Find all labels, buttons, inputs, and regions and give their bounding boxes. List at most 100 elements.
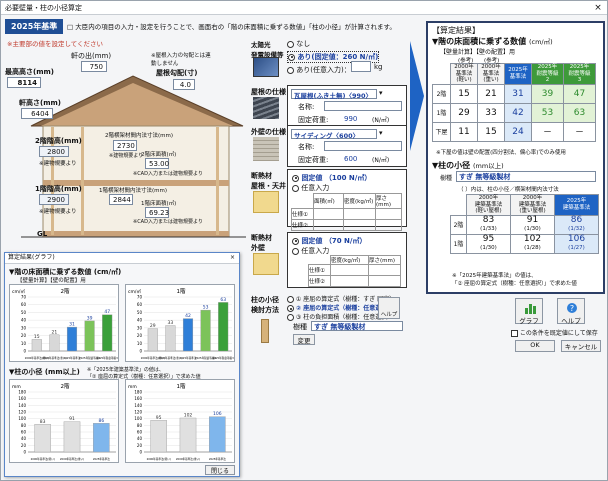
chevron-down-icon[interactable]: ▾	[379, 89, 383, 97]
solar-opt-fixed-label: あり(固定値：260 N/㎡)	[297, 53, 379, 61]
ins-wall-cell[interactable]	[330, 275, 369, 287]
top-height-input[interactable]: 8114	[7, 77, 41, 88]
ins-roof-table: 面積(㎡) 密度(kg/㎥) 厚さ(mm) 仕様① 仕様②	[291, 193, 402, 231]
f1-area-label: 1階床面積(㎡)	[141, 201, 177, 207]
ins-wall-cell[interactable]	[330, 264, 369, 276]
category-label: 2025年耐震等級3	[97, 356, 119, 360]
head-grade3: 2025年 耐震等級 3	[563, 63, 596, 85]
roof-name-input[interactable]	[324, 101, 402, 111]
ins-roof-cell[interactable]	[313, 208, 344, 220]
data-label: 95	[156, 415, 162, 421]
row-label: 下屋	[432, 121, 451, 142]
wall-panel: サイディング〈600〉 ▾ 名称: 固定荷重: 600 (N/㎡)	[287, 125, 407, 167]
tick-label: 100	[18, 416, 26, 421]
tick-label: 0	[23, 349, 26, 354]
close-icon[interactable]: ×	[230, 253, 239, 263]
data-label: 39	[87, 315, 93, 321]
ins-roof-cell[interactable]	[375, 208, 402, 220]
f2-wall-input[interactable]: 2730	[113, 140, 137, 151]
ins-wall-table: 密度(kg/㎥) 厚さ(mm) 仕様① 仕様②	[308, 255, 401, 287]
cell: 63	[563, 102, 596, 123]
ins-wall-opt-fixed[interactable]: 固定値 （70 N/㎡）	[292, 236, 366, 246]
ratio: (1/28)	[524, 245, 541, 251]
ins-roof-cell[interactable]	[343, 208, 376, 220]
ins-wall-cell[interactable]	[368, 264, 401, 276]
f2-wall-note: ※建物規要より	[109, 153, 144, 159]
chart-svg: 2階mm020406080100120140160180832000年基準法(軽…	[12, 382, 116, 461]
ins-roof-cell[interactable]	[313, 219, 344, 231]
cell: 53	[531, 102, 564, 123]
result-title: 【算定結果】	[432, 26, 480, 35]
tick-label: 160	[134, 396, 142, 401]
bar	[200, 309, 211, 352]
column-species-value: すぎ 無等級製材	[311, 321, 403, 331]
radio-icon	[292, 184, 299, 192]
tick-label: 180	[18, 390, 26, 395]
radio-icon	[287, 296, 294, 303]
tick-label: 80	[137, 423, 143, 428]
roof-pitch-note: ※屋根入力の勾配とは連動しません	[151, 53, 211, 67]
tick-label: 10	[21, 341, 27, 346]
column-post-icon	[261, 319, 269, 343]
bar	[102, 314, 113, 352]
ins-roof-title: 断熱材 屋根・天井	[251, 172, 286, 190]
column-help-button[interactable]: ヘルプ	[378, 297, 400, 319]
change-button[interactable]: 変更	[293, 334, 315, 345]
insulation-icon	[253, 253, 279, 275]
solar-opt-any[interactable]: あり(任意入力)：	[287, 65, 407, 75]
cell: 95	[482, 234, 495, 244]
column-result-table: 2000年 建築基準法 (軽い屋根) 2000年 建築基準法 (重い屋根) 20…	[450, 194, 599, 254]
solar-panel-icon	[253, 57, 279, 77]
close-icon[interactable]: ×	[589, 3, 607, 13]
tick-label: 40	[21, 318, 27, 323]
f1-area-input[interactable]: 69.23	[145, 207, 169, 218]
save-default-label: この条件を既定値にして保存	[519, 330, 598, 337]
ok-button[interactable]: OK	[515, 340, 555, 352]
wall-name-input[interactable]	[324, 141, 402, 151]
ratio: (1/30)	[480, 245, 497, 251]
chevron-down-icon[interactable]: ▾	[379, 129, 383, 137]
roof-select[interactable]: 瓦屋根(ふき土無)〈990〉	[291, 89, 377, 100]
radio-icon	[287, 66, 294, 74]
cancel-button[interactable]: キャンセル	[561, 340, 601, 352]
cell: 106	[567, 234, 586, 244]
solar-kg-input[interactable]	[351, 61, 371, 72]
ins-roof-opt-any[interactable]: 任意入力	[292, 183, 329, 193]
category-label: 2000年基準法(軽い)	[31, 457, 55, 461]
tick-label: 0	[139, 349, 142, 354]
save-default-checkbox[interactable]: この条件を既定値にして保存	[511, 328, 598, 337]
graph-button[interactable]: グラフ	[515, 298, 543, 325]
data-label: 21	[52, 329, 58, 335]
corner	[433, 64, 451, 85]
svg-text:?: ?	[570, 304, 574, 313]
help-icon: ?	[567, 303, 577, 313]
noki-input[interactable]: 750	[81, 61, 107, 72]
tick-label: 60	[137, 430, 143, 435]
radio-selected-icon	[288, 53, 295, 61]
graph-floor-sub: 【壁量計算】【壁の配置】用	[17, 278, 86, 284]
solar-opt-none[interactable]: なし	[287, 39, 407, 49]
wall-select[interactable]: サイディング〈600〉	[291, 129, 377, 140]
bar	[93, 423, 110, 453]
data-label: 33	[168, 320, 174, 326]
ins-roof-cell[interactable]	[343, 219, 376, 231]
tick-label: 20	[137, 333, 143, 338]
ins-roof-cell[interactable]	[375, 219, 402, 231]
f2-area-input[interactable]: 53.00	[145, 158, 169, 169]
roof-pitch-input[interactable]: 4.0	[173, 79, 195, 90]
f1-wall-input[interactable]: 2844	[109, 194, 133, 205]
chart-title: 2階	[61, 287, 70, 295]
ins-roof-opt-fixed[interactable]: 固定値 （100 N/㎡）	[292, 173, 371, 183]
chart-col-1f: 1階 mm 0 20 40 60 80 100 120 140 160 180 95 2000年基準法(軽…	[125, 379, 235, 463]
graph-close-button[interactable]: 閉じる	[205, 465, 235, 475]
bar	[179, 417, 197, 453]
eave-height-input[interactable]: 6404	[21, 108, 53, 119]
f2-height-label: 2階階高(mm)	[35, 137, 82, 145]
ins-wall-title: 断熱材 外壁	[251, 234, 272, 252]
ins-wall-cell[interactable]	[368, 275, 401, 287]
row-label: 2階	[450, 214, 467, 235]
floor-title-text: ▼階の床面積に乗ずる数値	[432, 37, 527, 46]
help-button[interactable]: ? ヘルプ	[557, 298, 585, 325]
chart-col-2f: 2階 mm 0 20 40 60 80 100 120 140 160 180 83 2000年基準法(軽…	[9, 379, 119, 463]
f1-area-note: ※CAD入力または建物規要より	[133, 219, 203, 225]
